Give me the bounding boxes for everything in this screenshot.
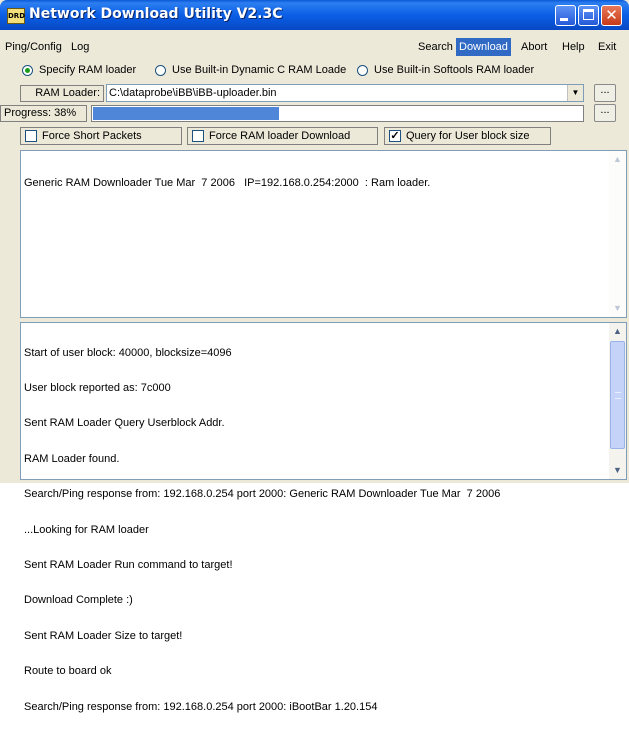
title-bar[interactable]: DRD Network Download Utility V2.3C ✕ xyxy=(0,0,629,30)
log-line: Sent RAM Loader Query Userblock Addr. xyxy=(24,417,225,430)
log-line: Sent RAM Loader Size to target! xyxy=(24,629,183,642)
chevron-down-icon[interactable]: ▼ xyxy=(567,85,583,101)
radio-softools-loader[interactable] xyxy=(357,65,368,76)
log-text: Start of user block: 40000, blocksize=40… xyxy=(24,324,608,737)
log-line: Download Complete :) xyxy=(24,594,133,607)
main-window: DRD Network Download Utility V2.3C ✕ Pin… xyxy=(0,0,629,712)
radio-label-dynamic-c[interactable]: Use Built-in Dynamic C RAM Loade xyxy=(172,64,346,76)
menu-bar: Ping/Config Log Search Download Abort He… xyxy=(0,37,629,57)
query-user-block-option[interactable]: ✓ Query for User block size xyxy=(384,127,551,145)
scroll-down-icon[interactable]: ▼ xyxy=(609,300,626,317)
force-short-packets-option[interactable]: Force Short Packets xyxy=(20,127,182,145)
log-line: RAM Loader found. xyxy=(24,452,120,465)
menu-abort[interactable]: Abort xyxy=(518,38,550,56)
response-line: Generic RAM Downloader Tue Mar 7 2006 IP… xyxy=(24,176,431,189)
log-line: Sent RAM Loader Run command to target! xyxy=(24,558,233,571)
progress-label: Progress: 38% xyxy=(0,105,87,122)
force-short-packets-label[interactable]: Force Short Packets xyxy=(42,129,142,144)
progress-bar xyxy=(91,105,584,122)
scroll-up-icon[interactable]: ▲ xyxy=(609,151,626,168)
scroll-up-icon[interactable]: ▲ xyxy=(609,323,626,340)
menu-ping-config[interactable]: Ping/Config xyxy=(2,38,65,56)
log-line: Route to board ok xyxy=(24,665,112,678)
close-button[interactable]: ✕ xyxy=(601,5,622,26)
radio-label-specify[interactable]: Specify RAM loader xyxy=(39,64,136,76)
force-ram-loader-option[interactable]: Force RAM loader Download xyxy=(187,127,378,145)
log-line: User block reported as: 7c000 xyxy=(24,381,171,394)
menu-help[interactable]: Help xyxy=(559,38,588,56)
ram-loader-path-combo[interactable]: C:\dataprobe\iBB\iBB-uploader.bin ▼ xyxy=(106,84,584,102)
radio-label-softools[interactable]: Use Built-in Softools RAM loader xyxy=(374,64,534,76)
menu-download[interactable]: Download xyxy=(456,38,511,56)
force-short-packets-checkbox[interactable] xyxy=(25,130,37,142)
log-line: ...Looking for RAM loader xyxy=(24,523,149,536)
menu-exit[interactable]: Exit xyxy=(595,38,619,56)
scroll-down-icon[interactable]: ▼ xyxy=(609,462,626,479)
ram-loader-label: RAM Loader: xyxy=(20,85,104,102)
menu-search[interactable]: Search xyxy=(415,38,456,56)
ram-loader-path-value[interactable]: C:\dataprobe\iBB\iBB-uploader.bin xyxy=(109,86,277,101)
log-scroll-thumb[interactable] xyxy=(610,341,625,449)
grip-icon xyxy=(615,392,621,399)
menu-log[interactable]: Log xyxy=(68,38,92,56)
progress-fill xyxy=(93,107,279,120)
browse-ram-loader-button[interactable]: ... xyxy=(594,84,616,102)
force-ram-loader-label[interactable]: Force RAM loader Download xyxy=(209,129,350,144)
minimize-icon xyxy=(560,18,568,21)
force-ram-loader-checkbox[interactable] xyxy=(192,130,204,142)
window-title: Network Download Utility V2.3C xyxy=(29,6,283,22)
response-scrollbar[interactable]: ▲ ▼ xyxy=(609,151,626,317)
log-line: Search/Ping response from: 192.168.0.254… xyxy=(24,700,378,713)
radio-dynamic-c-loader[interactable] xyxy=(155,65,166,76)
response-text: Generic RAM Downloader Tue Mar 7 2006 IP… xyxy=(24,154,608,213)
loader-option-group: Specify RAM loader Use Built-in Dynamic … xyxy=(0,61,629,81)
query-user-block-checkbox[interactable]: ✓ xyxy=(389,130,401,142)
query-user-block-label[interactable]: Query for User block size xyxy=(406,129,529,144)
radio-specify-ram-loader[interactable] xyxy=(22,65,33,76)
log-panel[interactable]: Start of user block: 40000, blocksize=40… xyxy=(20,322,627,712)
app-icon: DRD xyxy=(7,8,25,24)
close-icon: ✕ xyxy=(605,6,618,24)
log-line: Search/Ping response from: 192.168.0.254… xyxy=(24,488,501,501)
log-line: Start of user block: 40000, blocksize=40… xyxy=(24,346,232,359)
maximize-icon xyxy=(583,9,594,20)
maximize-button[interactable] xyxy=(578,5,599,26)
response-panel[interactable]: Generic RAM Downloader Tue Mar 7 2006 IP… xyxy=(20,150,627,318)
progress-options-button[interactable]: ... xyxy=(594,104,616,122)
minimize-button[interactable] xyxy=(555,5,576,26)
log-scrollbar[interactable]: ▲ ▼ xyxy=(609,323,626,479)
